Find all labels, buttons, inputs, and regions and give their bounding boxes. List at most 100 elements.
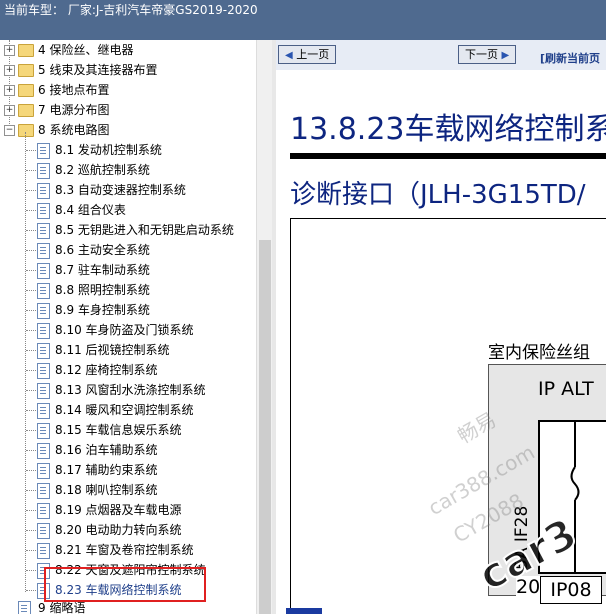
tree-item-row[interactable]: 8.3 自动变速器控制系统	[0, 180, 256, 200]
tree-item-label: 8.2 巡航控制系统	[55, 163, 150, 177]
page-icon	[37, 223, 50, 239]
tree-scrollbar[interactable]	[256, 40, 273, 614]
arrow-left-icon: ◀	[285, 50, 293, 61]
tree-item-label: 8.4 组合仪表	[55, 203, 126, 217]
tree-item-label: 8.9 车身控制系统	[55, 303, 150, 317]
tree-item-row[interactable]: 8.8 照明控制系统	[0, 280, 256, 300]
tree-item-row[interactable]: 8.2 巡航控制系统	[0, 160, 256, 180]
page-subtitle: 诊断接口（JLH-3G15TD/	[290, 180, 586, 210]
tree-item-label: 8.13 风窗刮水洗涤控制系统	[55, 383, 206, 397]
tree-item-row[interactable]: 8.18 喇叭控制系统	[0, 480, 256, 500]
tree-item-row[interactable]: 8.14 暖风和空调控制系统	[0, 400, 256, 420]
tree-item-label: 8.6 主动安全系统	[55, 243, 150, 257]
next-page-button[interactable]: 下一页 ▶	[458, 45, 517, 64]
tree-item-row[interactable]: 8.17 辅助约束系统	[0, 460, 256, 480]
tree-guide-line	[26, 150, 36, 151]
tree-item-label: 8.19 点烟器及车载电源	[55, 503, 182, 517]
tree-folder-row[interactable]: +4 保险丝、继电器	[0, 40, 256, 60]
tree-guide-line	[26, 550, 36, 551]
page-title: 13.8.23车载网络控制系	[290, 112, 606, 147]
fuse-box-title: 室内保险丝组	[488, 343, 590, 363]
tree-item-row[interactable]: 8.1 发动机控制系统	[0, 140, 256, 160]
page-icon	[37, 443, 50, 459]
tree-item-row[interactable]: 8.10 车身防盗及门锁系统	[0, 320, 256, 340]
tree-item-row[interactable]: 8.19 点烟器及车载电源	[0, 500, 256, 520]
toc-tree[interactable]: +4 保险丝、继电器 +5 线束及其连接器布置 +6 接地点布置 +7 电源分布图 −8…	[0, 40, 256, 614]
page-icon	[37, 423, 50, 439]
page-icon	[18, 601, 31, 614]
page-icon	[37, 263, 50, 279]
page-icon	[37, 323, 50, 339]
tree-folder-row[interactable]: +6 接地点布置	[0, 80, 256, 100]
expand-toggle-icon[interactable]: +	[4, 45, 15, 56]
tree-item-row[interactable]: 8.11 后视镜控制系统	[0, 340, 256, 360]
tree-item-label: 8.5 无钥匙进入和无钥匙启动系统	[55, 223, 234, 237]
tree-item-row[interactable]: 8.16 泊车辅助系统	[0, 440, 256, 460]
tree-guide-line	[26, 230, 36, 231]
tree-folder-label: 7 电源分布图	[38, 103, 110, 117]
expand-toggle-icon[interactable]: +	[4, 85, 15, 96]
scrollbar-thumb[interactable]	[259, 240, 271, 614]
tree-item-label: 8.14 暖风和空调控制系统	[55, 403, 194, 417]
connector-label: IP08	[540, 576, 602, 604]
tree-guide-line	[26, 350, 36, 351]
tree-item-label: 8.12 座椅控制系统	[55, 363, 158, 377]
vehicle-model-label: 当前车型： 厂家:J-吉利汽车帝豪GS2019-2020	[4, 3, 258, 17]
tree-item-row[interactable]: 8.13 风窗刮水洗涤控制系统	[0, 380, 256, 400]
tree-item-label: 8.21 车窗及卷帘控制系统	[55, 543, 194, 557]
tree-guide-line	[26, 570, 36, 571]
tree-item-row[interactable]: 8.5 无钥匙进入和无钥匙启动系统	[0, 220, 256, 240]
tree-item-label: 8.17 辅助约束系统	[55, 463, 158, 477]
tree-guide-line	[26, 510, 36, 511]
tree-guide-line	[26, 530, 36, 531]
page-icon	[37, 143, 50, 159]
tree-item-row[interactable]: 8.15 车载信息娱乐系统	[0, 420, 256, 440]
page-icon	[37, 243, 50, 259]
selection-highlight-box	[44, 567, 206, 602]
tree-item-row[interactable]: 8.21 车窗及卷帘控制系统	[0, 540, 256, 560]
tree-item-label: 8.1 发动机控制系统	[55, 143, 162, 157]
folder-icon	[18, 44, 34, 57]
expand-toggle-icon[interactable]: +	[4, 105, 15, 116]
page-icon	[37, 163, 50, 179]
fuse-name: IP ALT	[538, 378, 594, 400]
refresh-page-link[interactable]: [刷新当前页	[540, 50, 600, 66]
tree-folder-row[interactable]: +5 线束及其连接器布置	[0, 60, 256, 80]
tree-item-label: 8.10 车身防盗及门锁系统	[55, 323, 194, 337]
tree-item-row[interactable]: 8.6 主动安全系统	[0, 240, 256, 260]
page-icon	[37, 343, 50, 359]
tree-guide-line	[26, 170, 36, 171]
tree-item-row[interactable]: 8.9 车身控制系统	[0, 300, 256, 320]
page-icon	[37, 283, 50, 299]
expand-toggle-icon[interactable]: +	[4, 65, 15, 76]
collapse-toggle-icon[interactable]: −	[4, 125, 15, 136]
tree-guide-line	[26, 390, 36, 391]
tree-guide-line	[26, 490, 36, 491]
tree-item-label: 8.18 喇叭控制系统	[55, 483, 158, 497]
folder-icon	[18, 64, 34, 77]
tree-folder-label: 4 保险丝、继电器	[38, 43, 134, 57]
tree-item-row[interactable]: 8.7 驻车制动系统	[0, 260, 256, 280]
prev-page-button[interactable]: ◀ 上一页	[278, 45, 337, 64]
page-icon	[37, 523, 50, 539]
tree-guide-line	[26, 370, 36, 371]
tree-item-label: 8.20 电动助力转向系统	[55, 523, 182, 537]
arrow-right-icon: ▶	[501, 50, 510, 61]
folder-icon	[18, 124, 34, 137]
tree-item-label: 8.8 照明控制系统	[55, 283, 150, 297]
tree-folder-row[interactable]: +7 电源分布图	[0, 100, 256, 120]
page-nav-bar: ◀ 上一页 下一页 ▶ [刷新当前页	[276, 40, 606, 70]
tree-folder-label: 6 接地点布置	[38, 83, 110, 97]
tree-item-row[interactable]: 8.20 电动助力转向系统	[0, 520, 256, 540]
folder-icon	[18, 104, 34, 117]
tree-item-row[interactable]: 8.4 组合仪表	[0, 200, 256, 220]
page-icon	[37, 483, 50, 499]
tree-guide-line	[26, 210, 36, 211]
tree-folder-row[interactable]: − 8 系统电路图	[0, 120, 256, 140]
tree-guide-line	[26, 270, 36, 271]
page-icon	[37, 203, 50, 219]
tree-item-label: 8.3 自动变速器控制系统	[55, 183, 186, 197]
page-icon	[37, 383, 50, 399]
tree-guide-line	[26, 290, 36, 291]
tree-item-row[interactable]: 8.12 座椅控制系统	[0, 360, 256, 380]
